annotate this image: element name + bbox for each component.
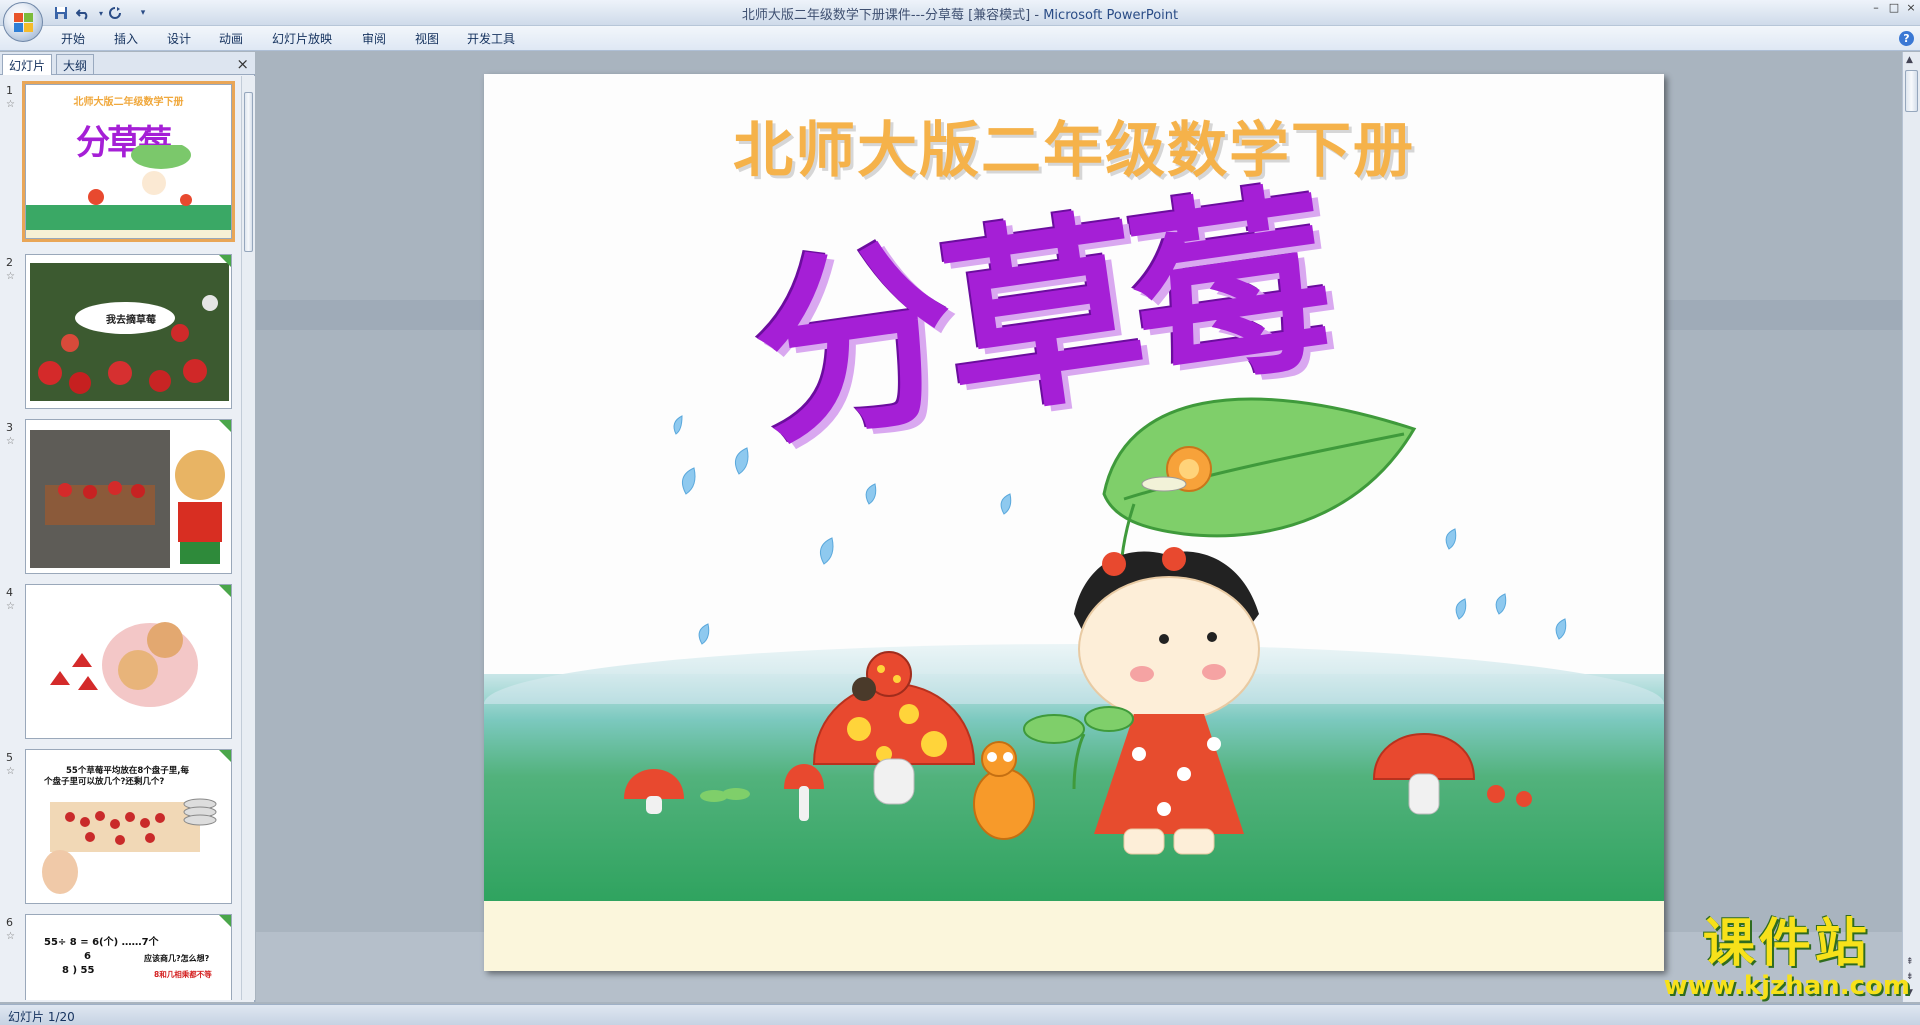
vertical-scrollbar[interactable]: ▲ ⇞ ⇟ ▼ — [1902, 52, 1920, 1002]
current-slide[interactable]: 北师大版二年级数学下册 分草莓 — [484, 74, 1664, 971]
thumb-corner-flag — [219, 420, 231, 432]
thumb-question-line-1: 55个草莓平均放在8个盘子里,每 — [66, 766, 189, 776]
tab-insert[interactable]: 插入 — [114, 30, 138, 47]
thumb-corner-flag — [219, 915, 231, 927]
bears-strawberries-image — [50, 622, 198, 707]
thumb-hint: 应该商几?怎么想? — [144, 954, 210, 963]
strawberry-photo — [30, 263, 229, 401]
pane-tabs: 幻灯片 大纲 × — [0, 52, 255, 75]
thumbnail-list: 1 ☆ 北师大版二年级数学下册 分草莓 2 ☆ 我去摘草莓 3 ☆ 4 ☆ 5 … — [0, 76, 240, 1000]
office-logo-icon — [14, 13, 34, 33]
watermark-text: 课件站 — [1702, 914, 1871, 974]
slide-number: 6 — [6, 916, 13, 929]
tab-slideshow[interactable]: 幻灯片放映 — [272, 30, 332, 47]
office-button[interactable] — [3, 2, 43, 42]
slide-thumbnail-5[interactable]: 55个草莓平均放在8个盘子里,每 个盘子里可以放几个?还剩几个? — [25, 749, 232, 904]
document-title: 北师大版二年级数学下册课件---分草莓 [兼容模式] - — [741, 8, 1044, 23]
watermark-logo: 课件站 www.kjzhan.com — [1664, 915, 1910, 999]
thumb-question-line-2: 个盘子里可以放几个?还剩几个? — [44, 777, 165, 787]
scroll-up-icon[interactable]: ▲ — [1906, 55, 1913, 65]
slide-editor: 北师大版二年级数学下册 分草莓 — [256, 52, 1902, 1002]
tab-outline[interactable]: 大纲 — [56, 54, 95, 75]
animation-star-icon: ☆ — [6, 601, 15, 612]
minimize-button[interactable]: – — [1868, 2, 1884, 14]
slide-thumbnail-2[interactable]: 我去摘草莓 — [25, 254, 232, 409]
animation-star-icon: ☆ — [6, 436, 15, 447]
animation-star-icon: ☆ — [6, 766, 15, 777]
animation-star-icon: ☆ — [6, 931, 15, 942]
slide-thumbnail-3[interactable] — [25, 419, 232, 574]
slides-pane: 幻灯片 大纲 × 1 ☆ 北师大版二年级数学下册 分草莓 2 ☆ 我去摘草莓 3… — [0, 52, 255, 1002]
tab-home[interactable]: 开始 — [61, 30, 85, 47]
slide-bottom-strip — [484, 901, 1664, 971]
thumb-bubble-text: 我去摘草莓 — [106, 315, 156, 326]
slide-number: 1 — [6, 84, 13, 97]
scrollbar-thumb[interactable] — [244, 92, 253, 252]
slide-number: 3 — [6, 421, 13, 434]
thumb-division: 8 ) 55 — [62, 965, 95, 976]
help-icon[interactable]: ? — [1899, 31, 1914, 46]
tab-view[interactable]: 视图 — [415, 30, 439, 47]
animation-star-icon: ☆ — [6, 99, 15, 110]
close-button[interactable]: × — [1903, 2, 1919, 14]
ribbon-tabs: 开始 插入 设计 动画 幻灯片放映 审阅 视图 开发工具 ? — [0, 26, 1920, 51]
thumb-corner-flag — [219, 255, 231, 267]
thumb-corner-flag — [219, 750, 231, 762]
slide-thumbnail-4[interactable] — [25, 584, 232, 739]
maximize-button[interactable]: □ — [1886, 2, 1902, 14]
thumb-subtitle: 北师大版二年级数学下册 — [73, 97, 184, 108]
cartoon-illustration — [624, 397, 1532, 855]
powerpoint-window: ▾ ▾ 北师大版二年级数学下册课件---分草莓 [兼容模式] - Microso… — [0, 0, 1920, 1025]
slide-thumbnail-1[interactable]: 北师大版二年级数学下册 分草莓 — [22, 81, 235, 242]
close-pane-icon[interactable]: × — [236, 55, 249, 73]
slide-number: 4 — [6, 586, 13, 599]
tab-developer[interactable]: 开发工具 — [467, 30, 515, 47]
tab-slides[interactable]: 幻灯片 — [2, 54, 53, 75]
slide-thumbnail-6[interactable]: 55÷ 8 = 6(个) ……7个 6 8 ) 55 应该商几?怎么想? 8和几… — [25, 914, 232, 1000]
slide-number: 2 — [6, 256, 13, 269]
thumb-corner-flag — [219, 585, 231, 597]
status-bar: 幻灯片 1/20 — [0, 1004, 1920, 1025]
thumb-quotient: 6 — [84, 951, 91, 962]
thumb-note: 8和几相乘都不等 — [154, 970, 212, 979]
basket-bear-image — [30, 430, 225, 568]
strawberry-plates-image — [42, 798, 217, 894]
window-title: 北师大版二年级数学下册课件---分草莓 [兼容模式] - Microsoft P… — [0, 4, 1920, 23]
scrollbar-thumb[interactable] — [1905, 70, 1918, 112]
slide-number: 5 — [6, 751, 13, 764]
animation-star-icon: ☆ — [6, 271, 15, 282]
tab-review[interactable]: 审阅 — [362, 30, 386, 47]
thumbnail-scrollbar[interactable] — [241, 76, 255, 1000]
tab-design[interactable]: 设计 — [167, 30, 191, 47]
thumb-question: 55个草莓平均放在8个盘子里,每 个盘子里可以放几个?还剩几个? — [44, 766, 229, 788]
thumb-illustration — [26, 145, 231, 238]
tab-animations[interactable]: 动画 — [219, 30, 243, 47]
thumb-equation: 55÷ 8 = 6(个) ……7个 — [44, 937, 159, 948]
watermark-url: www.kjzhan.com — [1663, 971, 1910, 1001]
title-bar: ▾ ▾ 北师大版二年级数学下册课件---分草莓 [兼容模式] - Microso… — [0, 0, 1920, 42]
app-name: Microsoft PowerPoint — [1043, 8, 1179, 23]
slide-counter: 幻灯片 1/20 — [8, 1010, 75, 1024]
